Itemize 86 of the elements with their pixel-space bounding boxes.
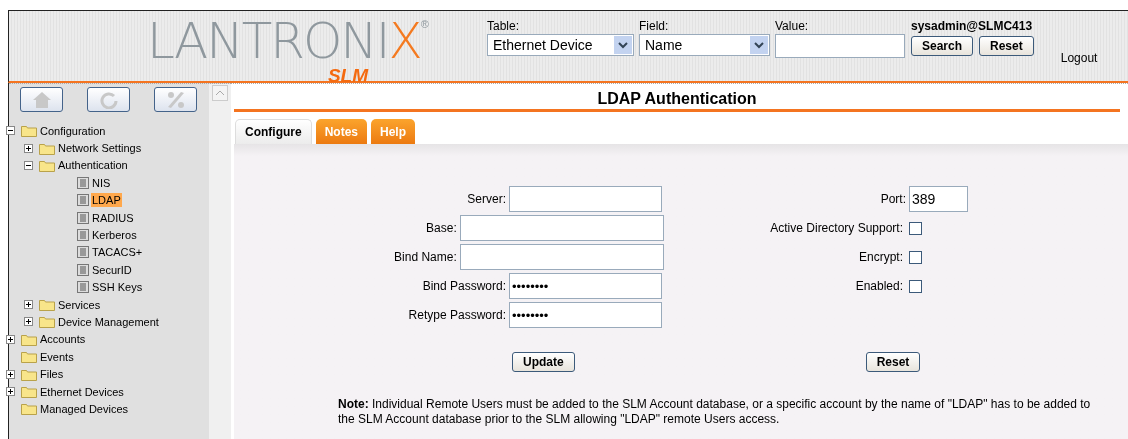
folder-icon (39, 315, 55, 329)
option-label: Enabled: (854, 278, 904, 295)
folder-icon (39, 298, 55, 312)
tree-item[interactable]: Kerberos (91, 228, 138, 243)
expand-toggle[interactable] (6, 387, 15, 397)
tab[interactable]: Configure (235, 119, 312, 144)
tree-item[interactable]: Services (57, 297, 102, 312)
tree-item[interactable]: NIS (91, 175, 112, 190)
tree-item[interactable]: Files (39, 367, 65, 382)
update-button[interactable]: Update (512, 352, 575, 372)
field-label: Field: (639, 19, 670, 34)
tree-item[interactable]: Managed Devices (39, 401, 130, 416)
expand-toggle[interactable] (6, 334, 15, 344)
folder-icon (21, 385, 37, 399)
page-title: LDAP Authentication (597, 89, 757, 109)
folder-icon (39, 141, 55, 155)
text-input[interactable] (459, 244, 664, 270)
home-icon (31, 90, 52, 109)
expand-toggle[interactable] (6, 369, 15, 379)
refresh-icon (98, 90, 119, 109)
value-input[interactable] (775, 34, 905, 58)
tree-item[interactable]: Authentication (57, 158, 129, 173)
tree-item[interactable]: Network Settings (57, 141, 143, 156)
logo: LANTRONIX (147, 16, 421, 66)
logout-link[interactable]: Logout (1060, 49, 1098, 67)
field-label: Retype Password: (407, 307, 507, 324)
option-label: Active Directory Support: (769, 220, 904, 237)
tree-item[interactable]: Configuration (39, 123, 107, 138)
tree-item[interactable]: Accounts (39, 332, 87, 347)
text-input[interactable]: •••••••• (509, 302, 662, 328)
document-icon (77, 281, 89, 294)
document-icon (77, 194, 89, 207)
expand-toggle[interactable] (24, 143, 33, 153)
checkbox[interactable] (909, 221, 922, 235)
field-label: Port: (879, 191, 907, 208)
document-icon (77, 211, 89, 224)
dropdown[interactable]: Name (639, 34, 770, 56)
tree-item[interactable]: Events (39, 349, 75, 364)
field-label: Table: (487, 19, 521, 34)
field-label: Bind Password: (421, 278, 507, 295)
text-input[interactable]: •••••••• (509, 273, 662, 299)
percent-icon (165, 90, 186, 109)
dropdown[interactable]: Ethernet Device (487, 34, 634, 56)
note-text: Note: Individual Remote Users must be added to the SLM Account database, or a specific account by the name of "LDAP" has to be added to the SLM Account database prior to the SLM allowing "LDAP" remote Users access. (338, 397, 1092, 427)
tree-item[interactable]: Device Management (57, 315, 160, 329)
home-button[interactable] (20, 87, 63, 112)
field-label: Value: (775, 19, 810, 34)
registered-mark: ® (420, 17, 429, 30)
chevron-down-icon (614, 36, 632, 54)
collapse-toggle[interactable] (6, 126, 15, 136)
refresh-button[interactable] (87, 87, 130, 112)
folder-icon (21, 350, 37, 364)
search-button[interactable]: Search (911, 36, 974, 56)
document-icon (77, 229, 89, 242)
option-label: Encrypt: (858, 249, 904, 266)
checkbox[interactable] (909, 279, 922, 293)
expand-toggle[interactable] (24, 300, 33, 310)
folder-icon (21, 367, 37, 381)
field-label: Base: (425, 220, 458, 237)
reset-button[interactable]: Reset (865, 352, 921, 372)
folder-icon (21, 402, 37, 416)
tree-item[interactable]: Ethernet Devices (39, 384, 125, 399)
document-icon (77, 246, 89, 259)
folder-icon (21, 332, 37, 346)
checkbox[interactable] (909, 250, 922, 264)
tree-item[interactable]: TACACS+ (91, 245, 144, 260)
reset-button[interactable]: Reset (979, 36, 1034, 56)
collapse-toggle[interactable] (24, 160, 33, 170)
tree-item[interactable]: LDAP (91, 193, 122, 208)
port-input[interactable]: 389 (909, 186, 968, 212)
tree-item[interactable]: RADIUS (91, 210, 135, 225)
user-name: sysadmin@SLMC413 (911, 19, 1034, 34)
folder-icon (21, 124, 37, 138)
product-name: SLM (327, 66, 369, 86)
field-label: Bind Name: (393, 249, 458, 266)
document-icon (77, 263, 89, 276)
expand-toggle[interactable] (24, 317, 33, 327)
tree-item[interactable]: SSH Keys (91, 280, 144, 295)
percent-button[interactable] (154, 87, 197, 112)
tree-item[interactable]: SecurID (91, 262, 133, 277)
folder-icon (39, 158, 55, 172)
text-input[interactable] (509, 186, 662, 212)
document-icon (77, 176, 89, 189)
text-input[interactable] (459, 215, 664, 241)
chevron-down-icon (750, 36, 768, 54)
field-label: Server: (466, 191, 507, 208)
